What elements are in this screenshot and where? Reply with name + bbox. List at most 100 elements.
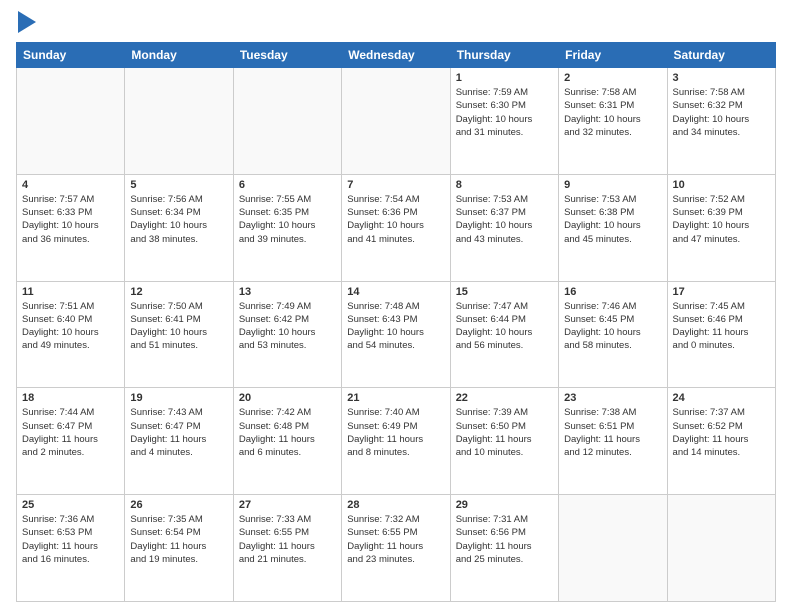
calendar-cell: 16 Sunrise: 7:46 AM Sunset: 6:45 PM Dayli…	[559, 281, 667, 388]
week-row-5: 25 Sunrise: 7:36 AM Sunset: 6:53 PM Dayli…	[17, 495, 776, 602]
cell-info: Sunrise: 7:48 AM Sunset: 6:43 PM Dayligh…	[347, 300, 444, 353]
calendar-cell: 27Sunrise: 7:33 AM Sunset: 6:55 PM Dayli…	[233, 495, 341, 602]
calendar-cell: 29 Sunrise: 7:31 AM Sunset: 6:56 PM Dayli…	[450, 495, 558, 602]
cell-info: Sunrise: 7:59 AM Sunset: 6:30 PM Dayligh…	[456, 86, 553, 139]
cell-info: Sunrise: 7:44 AM Sunset: 6:47 PM Dayligh…	[22, 406, 119, 459]
week-row-4: 18 Sunrise: 7:44 AM Sunset: 6:47 PM Dayli…	[17, 388, 776, 495]
calendar-cell: 5 Sunrise: 7:56 AM Sunset: 6:34 PM Daylig…	[125, 174, 233, 281]
day-number: 20	[239, 392, 336, 404]
cell-info: Sunrise: 7:36 AM Sunset: 6:53 PM Dayligh…	[22, 513, 119, 566]
cell-info: Sunrise: 7:49 AM Sunset: 6:42 PM Dayligh…	[239, 300, 336, 353]
cell-info: Sunrise: 7:31 AM Sunset: 6:56 PM Dayligh…	[456, 513, 553, 566]
cell-info: Sunrise: 7:42 AM Sunset: 6:48 PM Dayligh…	[239, 406, 336, 459]
day-number: 11	[22, 286, 119, 298]
calendar-cell: 22Sunrise: 7:39 AM Sunset: 6:50 PM Dayli…	[450, 388, 558, 495]
cell-info: Sunrise: 7:47 AM Sunset: 6:44 PM Dayligh…	[456, 300, 553, 353]
cell-info: Sunrise: 7:51 AM Sunset: 6:40 PM Dayligh…	[22, 300, 119, 353]
day-number: 22	[456, 392, 553, 404]
day-number: 24	[673, 392, 770, 404]
calendar-cell	[667, 495, 775, 602]
day-number: 29	[456, 499, 553, 511]
day-number: 7	[347, 179, 444, 191]
cell-info: Sunrise: 7:46 AM Sunset: 6:45 PM Dayligh…	[564, 300, 661, 353]
weekday-header-sunday: Sunday	[17, 43, 125, 68]
weekday-header-tuesday: Tuesday	[233, 43, 341, 68]
cell-info: Sunrise: 7:32 AM Sunset: 6:55 PM Dayligh…	[347, 513, 444, 566]
day-number: 13	[239, 286, 336, 298]
week-row-3: 11 Sunrise: 7:51 AM Sunset: 6:40 PM Dayli…	[17, 281, 776, 388]
week-row-1: 1 Sunrise: 7:59 AM Sunset: 6:30 PM Daylig…	[17, 68, 776, 175]
cell-info: Sunrise: 7:50 AM Sunset: 6:41 PM Dayligh…	[130, 300, 227, 353]
calendar-cell: 28Sunrise: 7:32 AM Sunset: 6:55 PM Dayli…	[342, 495, 450, 602]
day-number: 17	[673, 286, 770, 298]
day-number: 14	[347, 286, 444, 298]
cell-info: Sunrise: 7:43 AM Sunset: 6:47 PM Dayligh…	[130, 406, 227, 459]
day-number: 3	[673, 72, 770, 84]
calendar-cell	[125, 68, 233, 175]
calendar-cell: 23 Sunrise: 7:38 AM Sunset: 6:51 PM Dayli…	[559, 388, 667, 495]
cell-info: Sunrise: 7:40 AM Sunset: 6:49 PM Dayligh…	[347, 406, 444, 459]
logo-triangle-icon	[18, 11, 36, 33]
day-number: 6	[239, 179, 336, 191]
calendar-cell: 10 Sunrise: 7:52 AM Sunset: 6:39 PM Dayli…	[667, 174, 775, 281]
day-number: 10	[673, 179, 770, 191]
day-number: 9	[564, 179, 661, 191]
cell-info: Sunrise: 7:56 AM Sunset: 6:34 PM Dayligh…	[130, 193, 227, 246]
calendar-cell: 17 Sunrise: 7:45 AM Sunset: 6:46 PM Dayli…	[667, 281, 775, 388]
day-number: 23	[564, 392, 661, 404]
cell-info: Sunrise: 7:53 AM Sunset: 6:37 PM Dayligh…	[456, 193, 553, 246]
day-number: 15	[456, 286, 553, 298]
calendar-cell: 11 Sunrise: 7:51 AM Sunset: 6:40 PM Dayli…	[17, 281, 125, 388]
weekday-header-monday: Monday	[125, 43, 233, 68]
calendar-cell: 2 Sunrise: 7:58 AM Sunset: 6:31 PM Daylig…	[559, 68, 667, 175]
calendar-table: SundayMondayTuesdayWednesdayThursdayFrid…	[16, 42, 776, 602]
calendar-cell	[17, 68, 125, 175]
cell-info: Sunrise: 7:54 AM Sunset: 6:36 PM Dayligh…	[347, 193, 444, 246]
calendar-cell: 13 Sunrise: 7:49 AM Sunset: 6:42 PM Dayli…	[233, 281, 341, 388]
weekday-header-saturday: Saturday	[667, 43, 775, 68]
cell-info: Sunrise: 7:45 AM Sunset: 6:46 PM Dayligh…	[673, 300, 770, 353]
weekday-header-row: SundayMondayTuesdayWednesdayThursdayFrid…	[17, 43, 776, 68]
calendar-cell: 14 Sunrise: 7:48 AM Sunset: 6:43 PM Dayli…	[342, 281, 450, 388]
calendar-cell	[233, 68, 341, 175]
day-number: 25	[22, 499, 119, 511]
cell-info: Sunrise: 7:37 AM Sunset: 6:52 PM Dayligh…	[673, 406, 770, 459]
calendar-cell: 24 Sunrise: 7:37 AM Sunset: 6:52 PM Dayli…	[667, 388, 775, 495]
day-number: 4	[22, 179, 119, 191]
calendar-cell: 8Sunrise: 7:53 AM Sunset: 6:37 PM Daylig…	[450, 174, 558, 281]
calendar-cell: 4 Sunrise: 7:57 AM Sunset: 6:33 PM Daylig…	[17, 174, 125, 281]
day-number: 19	[130, 392, 227, 404]
week-row-2: 4 Sunrise: 7:57 AM Sunset: 6:33 PM Daylig…	[17, 174, 776, 281]
day-number: 21	[347, 392, 444, 404]
weekday-header-friday: Friday	[559, 43, 667, 68]
calendar-cell: 3Sunrise: 7:58 AM Sunset: 6:32 PM Daylig…	[667, 68, 775, 175]
calendar-cell: 15 Sunrise: 7:47 AM Sunset: 6:44 PM Dayli…	[450, 281, 558, 388]
day-number: 26	[130, 499, 227, 511]
calendar-cell: 12Sunrise: 7:50 AM Sunset: 6:41 PM Dayli…	[125, 281, 233, 388]
cell-info: Sunrise: 7:58 AM Sunset: 6:31 PM Dayligh…	[564, 86, 661, 139]
day-number: 1	[456, 72, 553, 84]
calendar-cell: 1 Sunrise: 7:59 AM Sunset: 6:30 PM Daylig…	[450, 68, 558, 175]
logo	[16, 12, 36, 34]
page: SundayMondayTuesdayWednesdayThursdayFrid…	[0, 0, 792, 612]
day-number: 16	[564, 286, 661, 298]
cell-info: Sunrise: 7:53 AM Sunset: 6:38 PM Dayligh…	[564, 193, 661, 246]
calendar-cell: 25 Sunrise: 7:36 AM Sunset: 6:53 PM Dayli…	[17, 495, 125, 602]
day-number: 5	[130, 179, 227, 191]
calendar-cell	[342, 68, 450, 175]
calendar-cell: 6 Sunrise: 7:55 AM Sunset: 6:35 PM Daylig…	[233, 174, 341, 281]
calendar-cell: 26 Sunrise: 7:35 AM Sunset: 6:54 PM Dayli…	[125, 495, 233, 602]
calendar-cell: 19 Sunrise: 7:43 AM Sunset: 6:47 PM Dayli…	[125, 388, 233, 495]
cell-info: Sunrise: 7:38 AM Sunset: 6:51 PM Dayligh…	[564, 406, 661, 459]
day-number: 2	[564, 72, 661, 84]
cell-info: Sunrise: 7:35 AM Sunset: 6:54 PM Dayligh…	[130, 513, 227, 566]
cell-info: Sunrise: 7:55 AM Sunset: 6:35 PM Dayligh…	[239, 193, 336, 246]
header	[16, 12, 776, 34]
calendar-cell: 20 Sunrise: 7:42 AM Sunset: 6:48 PM Dayli…	[233, 388, 341, 495]
cell-info: Sunrise: 7:57 AM Sunset: 6:33 PM Dayligh…	[22, 193, 119, 246]
day-number: 18	[22, 392, 119, 404]
day-number: 27	[239, 499, 336, 511]
weekday-header-wednesday: Wednesday	[342, 43, 450, 68]
calendar-cell: 18 Sunrise: 7:44 AM Sunset: 6:47 PM Dayli…	[17, 388, 125, 495]
cell-info: Sunrise: 7:52 AM Sunset: 6:39 PM Dayligh…	[673, 193, 770, 246]
